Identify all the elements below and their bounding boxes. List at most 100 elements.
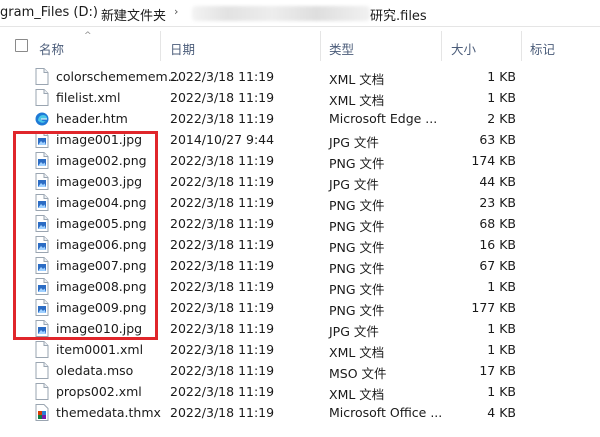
file-type: PNG 文件 (329, 261, 385, 276)
document-icon (35, 383, 49, 400)
file-size: 67 KB (479, 258, 516, 273)
file-type: PNG 文件 (329, 282, 385, 297)
file-date: 2022/3/18 11:19 (170, 153, 275, 168)
file-row[interactable]: image005.png 2022/3/18 11:19 PNG 文件 68 KB (0, 213, 600, 234)
file-row[interactable]: image001.jpg 2014/10/27 9:44 JPG 文件 63 KB (0, 129, 600, 150)
file-name[interactable]: image001.jpg (56, 132, 142, 147)
file-date: 2022/3/18 11:19 (170, 384, 275, 399)
file-type: MSO 文件 (329, 366, 387, 381)
column-tags[interactable]: 标记 (530, 39, 555, 58)
address-bar[interactable]: gram_Files (D:) › 新建文件夹 › 研究.files (0, 0, 600, 27)
file-name[interactable]: image005.png (56, 216, 147, 231)
file-name[interactable]: image004.png (56, 195, 147, 210)
file-name[interactable]: image009.png (56, 300, 147, 315)
file-date: 2022/3/18 11:19 (170, 321, 275, 336)
select-all-checkbox[interactable] (15, 39, 28, 52)
file-size: 68 KB (479, 216, 516, 231)
document-icon (35, 362, 49, 379)
file-row[interactable]: image010.jpg 2022/3/18 11:19 JPG 文件 1 KB (0, 318, 600, 339)
file-name[interactable]: colorschememem... (56, 69, 180, 84)
file-date: 2022/3/18 11:19 (170, 237, 275, 252)
file-size: 4 KB (487, 405, 516, 420)
file-size: 174 KB (471, 153, 516, 168)
column-divider[interactable] (441, 31, 442, 61)
file-size: 17 KB (479, 363, 516, 378)
file-row[interactable]: colorschememem... 2022/3/18 11:19 XML 文档 1 … (0, 66, 600, 87)
file-type: Microsoft Office ... (329, 405, 443, 420)
image-icon (35, 194, 49, 211)
file-date: 2022/3/18 11:19 (170, 300, 275, 315)
file-name[interactable]: image010.jpg (56, 321, 142, 336)
breadcrumb-current[interactable]: 研究.files (370, 5, 427, 24)
column-header: ^ 名称 日期 类型 大小 标记 (0, 31, 600, 61)
edge-icon (35, 110, 49, 127)
file-row[interactable]: image006.png 2022/3/18 11:19 PNG 文件 16 KB (0, 234, 600, 255)
file-date: 2022/3/18 11:19 (170, 405, 275, 420)
file-row[interactable]: image002.png 2022/3/18 11:19 PNG 文件 174 KB (0, 150, 600, 171)
file-row[interactable]: image003.jpg 2022/3/18 11:19 JPG 文件 44 KB (0, 171, 600, 192)
file-name[interactable]: filelist.xml (56, 90, 120, 105)
file-row[interactable]: themedata.thmx 2022/3/18 11:19 Microsoft O… (0, 402, 600, 423)
file-type: XML 文档 (329, 345, 385, 360)
image-icon (35, 152, 49, 169)
image-icon (35, 173, 49, 190)
file-type: PNG 文件 (329, 156, 385, 171)
file-name[interactable]: image003.jpg (56, 174, 142, 189)
file-size: 1 KB (487, 90, 516, 105)
image-icon (35, 257, 49, 274)
file-name[interactable]: image002.png (56, 153, 147, 168)
file-type: JPG 文件 (329, 177, 379, 192)
column-name[interactable]: 名称 (39, 39, 64, 58)
file-type: PNG 文件 (329, 198, 385, 213)
image-icon (35, 236, 49, 253)
image-icon (35, 215, 49, 232)
file-name[interactable]: item0001.xml (56, 342, 143, 357)
document-icon (35, 341, 49, 358)
file-row[interactable]: image008.png 2022/3/18 11:19 PNG 文件 1 KB (0, 276, 600, 297)
file-type: PNG 文件 (329, 303, 385, 318)
file-type: XML 文档 (329, 387, 385, 402)
file-name[interactable]: oledata.mso (56, 363, 133, 378)
file-type: JPG 文件 (329, 324, 379, 339)
column-size[interactable]: 大小 (451, 39, 476, 58)
file-date: 2022/3/18 11:19 (170, 258, 275, 273)
file-date: 2022/3/18 11:19 (170, 90, 275, 105)
file-size: 1 KB (487, 342, 516, 357)
column-divider[interactable] (521, 31, 522, 61)
file-list: colorschememem... 2022/3/18 11:19 XML 文档 1 … (0, 66, 600, 423)
file-date: 2022/3/18 11:19 (170, 69, 275, 84)
file-row[interactable]: header.htm 2022/3/18 11:19 Microsoft Edge … (0, 108, 600, 129)
breadcrumb-drive[interactable]: gram_Files (D:) (0, 5, 98, 20)
file-row[interactable]: image007.png 2022/3/18 11:19 PNG 文件 67 KB (0, 255, 600, 276)
file-name[interactable]: image008.png (56, 279, 147, 294)
image-icon (35, 299, 49, 316)
file-size: 177 KB (471, 300, 516, 315)
file-date: 2014/10/27 9:44 (170, 132, 275, 147)
breadcrumb-folder[interactable]: 新建文件夹 (101, 5, 166, 24)
file-name[interactable]: themedata.thmx (56, 405, 161, 420)
document-icon (35, 89, 49, 106)
file-date: 2022/3/18 11:19 (170, 216, 275, 231)
file-row[interactable]: item0001.xml 2022/3/18 11:19 XML 文档 1 KB (0, 339, 600, 360)
file-row[interactable]: oledata.mso 2022/3/18 11:19 MSO 文件 17 KB (0, 360, 600, 381)
file-date: 2022/3/18 11:19 (170, 174, 275, 189)
image-icon (35, 320, 49, 337)
column-divider[interactable] (320, 31, 321, 61)
file-date: 2022/3/18 11:19 (170, 111, 275, 126)
office-theme-icon (35, 404, 49, 421)
file-name[interactable]: image006.png (56, 237, 147, 252)
file-row[interactable]: image009.png 2022/3/18 11:19 PNG 文件 177 KB (0, 297, 600, 318)
file-name[interactable]: header.htm (56, 111, 128, 126)
file-name[interactable]: props002.xml (56, 384, 142, 399)
file-row[interactable]: filelist.xml 2022/3/18 11:19 XML 文档 1 KB (0, 87, 600, 108)
file-name[interactable]: image007.png (56, 258, 147, 273)
file-size: 44 KB (479, 174, 516, 189)
file-type: XML 文档 (329, 93, 385, 108)
file-row[interactable]: image004.png 2022/3/18 11:19 PNG 文件 23 KB (0, 192, 600, 213)
column-type[interactable]: 类型 (329, 39, 354, 58)
file-type: Microsoft Edge ... (329, 111, 438, 126)
breadcrumb-chevron-icon[interactable]: › (174, 5, 178, 18)
column-divider[interactable] (160, 31, 161, 61)
file-row[interactable]: props002.xml 2022/3/18 11:19 XML 文档 1 KB (0, 381, 600, 402)
column-date[interactable]: 日期 (170, 39, 195, 58)
